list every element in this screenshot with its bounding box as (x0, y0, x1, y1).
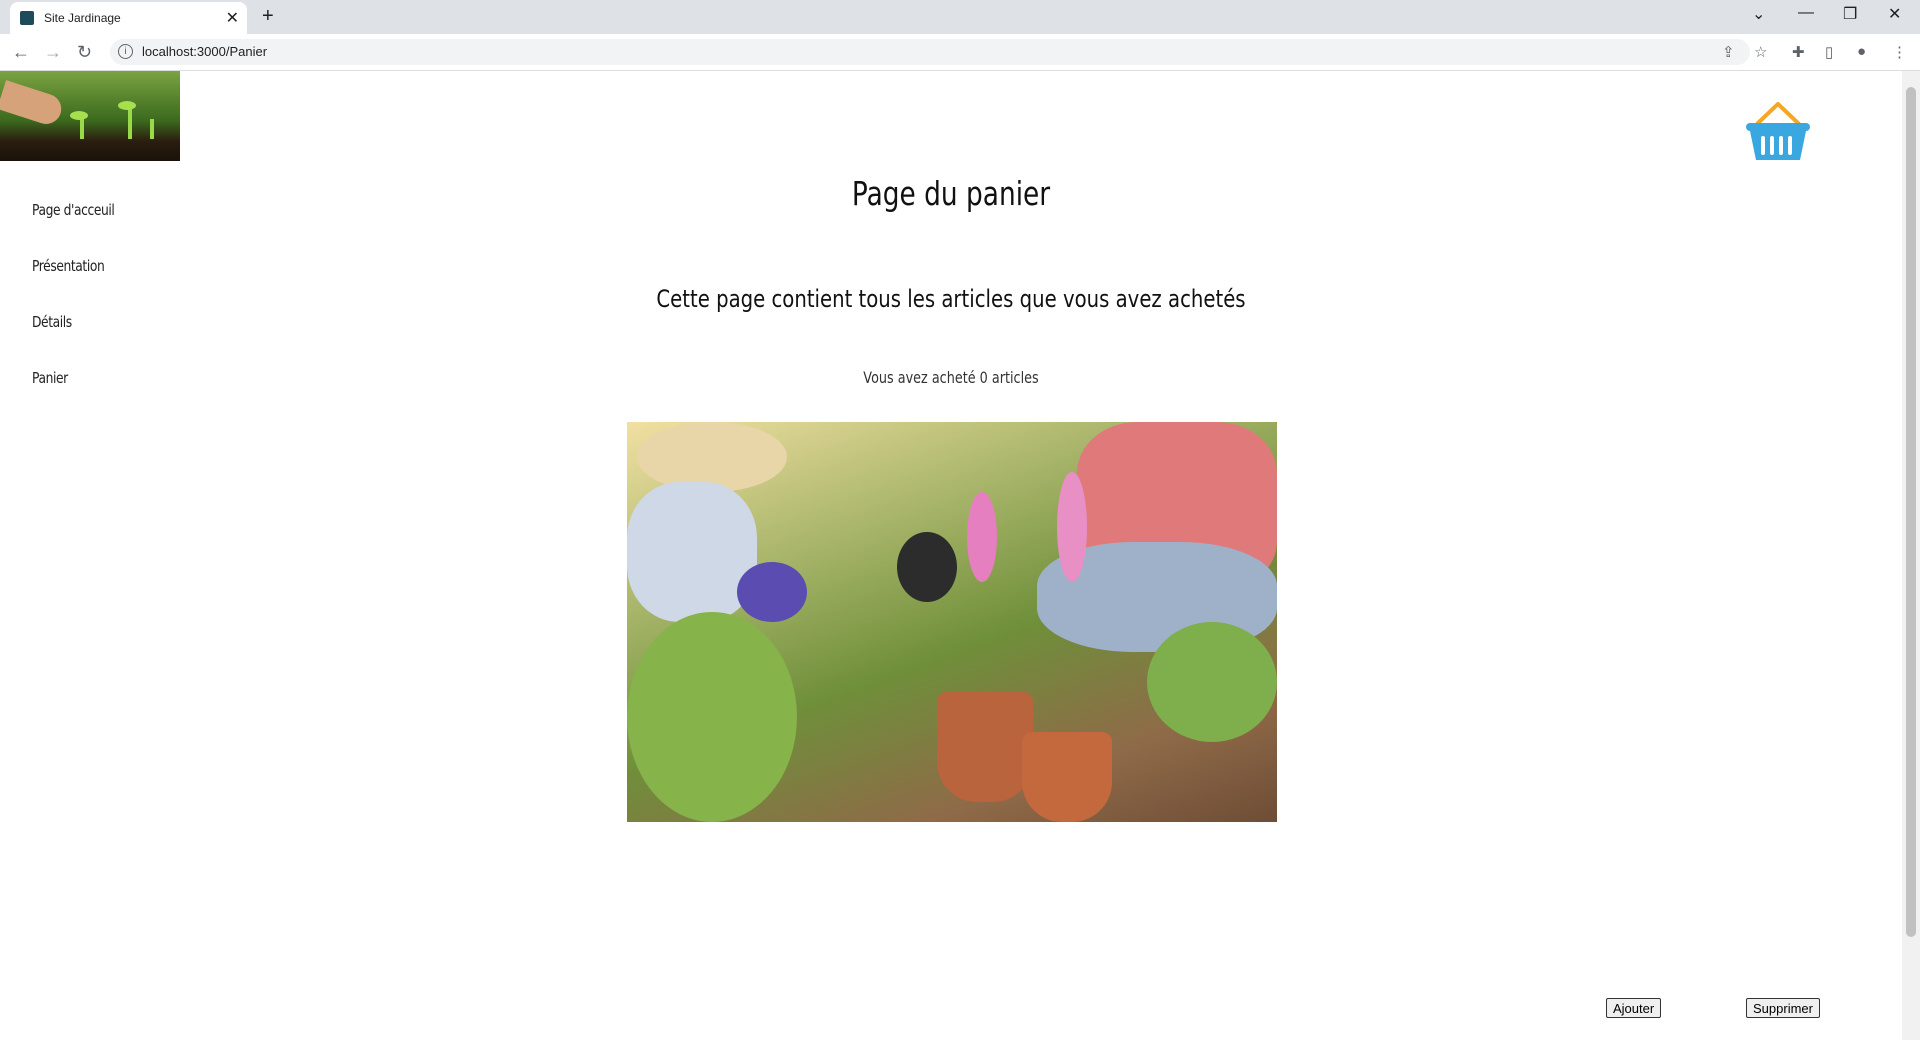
cabbage-leaves-shape (627, 612, 797, 822)
browser-toolbar: ← → ↻ i localhost:3000/Panier ⇪ ☆ ✚ ▯ ● … (0, 34, 1920, 71)
page-scrollbar[interactable] (1902, 71, 1920, 1040)
tab-search-icon[interactable]: ⌄ (1752, 4, 1765, 24)
site-info-icon[interactable]: i (118, 44, 133, 59)
page-subtitle: Cette page contient tous les articles qu… (656, 285, 1246, 313)
new-tab-icon[interactable]: + (262, 5, 274, 28)
sidebar-item-accueil[interactable]: Page d'acceuil (32, 201, 115, 219)
tab-title: Site Jardinage (44, 11, 121, 25)
child-shirt-shape (627, 482, 757, 622)
forward-icon[interactable]: → (44, 42, 62, 63)
add-button[interactable]: Ajouter (1606, 998, 1662, 1018)
address-bar[interactable]: i localhost:3000/Panier (110, 39, 1750, 65)
cart-count-text: Vous avez acheté 0 articles (863, 368, 1039, 387)
react-favicon-icon (20, 11, 34, 25)
scrollbar-thumb[interactable] (1906, 87, 1916, 937)
hand-shape (0, 80, 66, 128)
menu-kebab-icon[interactable]: ⋮ (1892, 43, 1907, 61)
page-title: Page du panier (851, 174, 1051, 213)
plant-leaves-shape (1147, 622, 1277, 742)
leaf-shape (70, 111, 88, 120)
remove-button[interactable]: Supprimer (1746, 998, 1820, 1018)
sidebar-item-panier[interactable]: Panier (32, 369, 68, 387)
foxglove-flower-shape (967, 492, 997, 582)
side-panel-icon[interactable]: ▯ (1825, 43, 1833, 61)
close-window-icon[interactable]: ✕ (1888, 4, 1901, 24)
foxglove-flower-shape (1057, 472, 1087, 582)
sprout-shape (128, 105, 132, 139)
flower-pot-shape (1022, 732, 1112, 822)
sidebar-item-presentation[interactable]: Présentation (32, 257, 105, 275)
shopping-basket-icon[interactable] (1743, 100, 1813, 162)
logo-image (0, 71, 180, 161)
gardening-photo (627, 422, 1277, 822)
profile-avatar-icon[interactable]: ● (1857, 43, 1866, 60)
leaf-shape (118, 101, 136, 110)
close-tab-icon[interactable]: ✕ (226, 8, 239, 28)
straw-hat-shape (637, 422, 787, 492)
browser-tab-strip: Site Jardinage ✕ + ⌄ — ❐ ✕ (0, 0, 1920, 34)
reload-icon[interactable]: ↻ (77, 42, 92, 63)
back-icon[interactable]: ← (12, 42, 30, 63)
restore-icon[interactable]: ❐ (1843, 4, 1857, 24)
browser-tab[interactable]: Site Jardinage ✕ (10, 2, 247, 34)
page-viewport: Page d'acceuil Présentation Détails Pani… (0, 71, 1902, 1040)
sidebar-item-details[interactable]: Détails (32, 313, 72, 331)
minimize-icon[interactable]: — (1798, 4, 1814, 22)
purple-glove-shape (737, 562, 807, 622)
url-text[interactable]: localhost:3000/Panier (142, 44, 267, 59)
bookmark-star-icon[interactable]: ☆ (1754, 43, 1767, 61)
sprout-shape (150, 119, 154, 139)
share-icon[interactable]: ⇪ (1722, 43, 1735, 61)
flower-pot-shape (937, 692, 1033, 802)
extensions-puzzle-icon[interactable]: ✚ (1792, 43, 1805, 61)
black-glove-shape (897, 532, 957, 602)
